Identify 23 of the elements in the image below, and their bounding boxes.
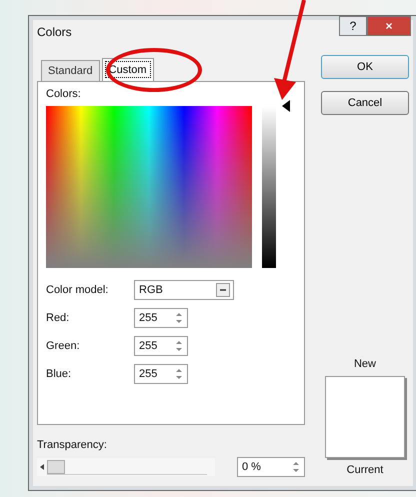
transparency-field[interactable]: 0 % xyxy=(237,457,305,477)
channel-label: Red: xyxy=(46,312,70,324)
help-button[interactable]: ? xyxy=(339,16,367,36)
colors-label: Colors: xyxy=(46,88,82,100)
close-button[interactable]: × xyxy=(367,16,411,36)
dialog-button[interactable]: Cancel xyxy=(321,91,409,115)
new-label: New xyxy=(354,358,376,370)
channel-label: Green: xyxy=(46,340,81,352)
channel-label: Blue: xyxy=(46,368,72,380)
window-title: Colors xyxy=(37,25,72,39)
transparency-slider[interactable] xyxy=(37,458,215,476)
dialog-button[interactable]: OK xyxy=(321,55,409,79)
color-model-dropdown[interactable]: RGB xyxy=(134,280,234,300)
tab[interactable]: Custom xyxy=(102,58,154,81)
spin-field[interactable]: 255 xyxy=(134,308,188,328)
tab[interactable]: Standard xyxy=(41,60,100,81)
color-spectrum[interactable] xyxy=(46,106,252,268)
color-model-label: Color model: xyxy=(46,284,110,296)
current-label: Current xyxy=(346,464,384,476)
spin-field[interactable]: 255 xyxy=(134,336,188,356)
transparency-label: Transparency: xyxy=(37,439,108,451)
spin-field[interactable]: 255 xyxy=(134,364,188,384)
luminance-pointer[interactable] xyxy=(282,100,290,112)
